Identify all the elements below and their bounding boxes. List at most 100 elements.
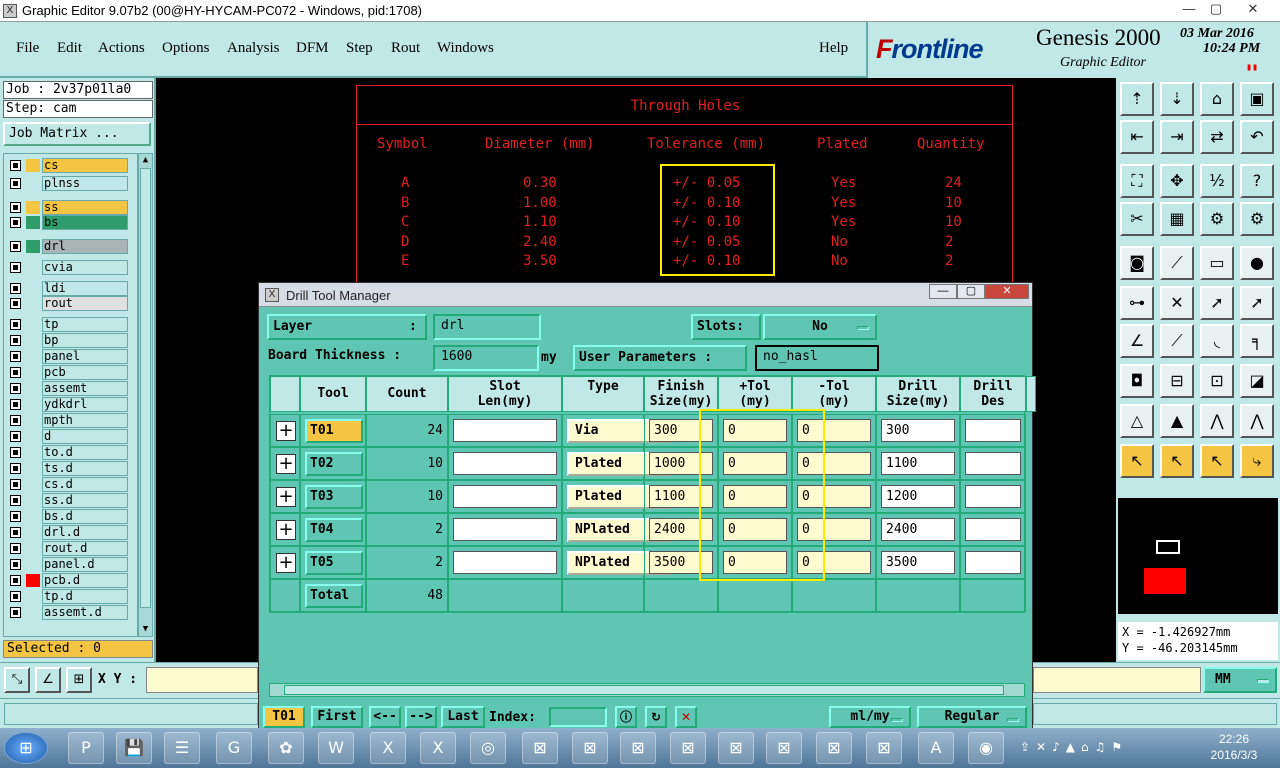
layer-checkbox[interactable] [10,178,21,189]
move-icon[interactable]: ➚ [1200,286,1234,320]
taskbar-word-icon[interactable]: W [318,732,354,764]
taskbar-save-icon[interactable]: 💾 [116,732,152,764]
pad-icon[interactable]: ◙ [1120,246,1154,280]
minus-tolerance-input[interactable]: 0 [797,485,871,508]
layer-checkbox[interactable] [10,511,21,522]
grid-icon[interactable]: ⊞ [66,667,92,693]
taskbar-shell-icon[interactable]: ✿ [268,732,304,764]
menu-windows[interactable]: Windows [437,40,494,57]
layer-list-scrollbar[interactable]: ▲ ▼ [138,153,153,637]
layer-row[interactable]: rout [8,296,128,311]
cross-icon[interactable]: ✕ [1160,286,1194,320]
layer-row[interactable]: ss.d [8,493,128,508]
select-2-icon[interactable]: ↖ [1160,444,1194,478]
slot-length-input[interactable] [453,551,557,574]
layer-checkbox[interactable] [10,241,21,252]
dialog-close-button[interactable]: ✕ [985,284,1029,299]
next-button[interactable]: --> [405,706,437,728]
line-split-icon[interactable]: ⊟ [1160,364,1194,398]
user-parameters-button[interactable]: User Parameters : [573,345,747,371]
query-icon[interactable]: ? [1240,164,1274,198]
layer-up-icon[interactable]: ⇡ [1120,82,1154,116]
plus-tolerance-input[interactable]: 0 [723,551,787,574]
menu-step[interactable]: Step [346,40,373,57]
menu-actions[interactable]: Actions [98,40,145,57]
ruler-icon[interactable]: ▭ [1200,246,1234,280]
home-icon[interactable]: ⌂ [1200,82,1234,116]
expand-row-icon[interactable]: + [276,553,296,573]
zoom-fit-icon[interactable]: ⛶ [1120,164,1154,198]
select-3-icon[interactable]: ↖ [1200,444,1234,478]
tool-button[interactable]: T04 [305,518,363,542]
drill-description-input[interactable] [965,452,1021,475]
drill-description-input[interactable] [965,551,1021,574]
close-button[interactable]: ✕ [1240,2,1266,18]
minimize-button[interactable]: — [1176,2,1202,18]
menu-analysis[interactable]: Analysis [227,40,280,57]
overview-preview[interactable] [1118,498,1278,614]
finish-size-input[interactable]: 1000 [649,452,713,475]
layer-checkbox[interactable] [10,447,21,458]
connect-icon[interactable]: ⊶ [1120,286,1154,320]
table-horizontal-scrollbar[interactable] [269,683,1025,697]
slots-select[interactable]: No [763,314,877,340]
layer-checkbox[interactable] [10,160,21,171]
drill-size-input[interactable]: 1100 [881,452,955,475]
layer-checkbox[interactable] [10,217,21,228]
finish-size-input[interactable]: 3500 [649,551,713,574]
first-button[interactable]: First [311,706,363,728]
line-icon[interactable]: ⟋ [1160,324,1194,358]
measure-icon[interactable]: ✂ [1120,202,1154,236]
dialog-maximize-button[interactable]: ▢ [957,284,985,299]
drill-size-input[interactable]: 1200 [881,485,955,508]
drill-pattern-2-icon[interactable]: ⚙ [1240,202,1274,236]
angle-icon[interactable]: ∠ [35,667,61,693]
resize-icon[interactable]: ⊡ [1200,364,1234,398]
layer-row[interactable]: pcb [8,365,128,380]
refresh-icon[interactable]: ↻ [645,706,667,728]
drill-description-input[interactable] [965,419,1021,442]
xy-input-right[interactable] [1033,667,1201,693]
layer-checkbox[interactable] [10,202,21,213]
zoom-center-icon[interactable]: ✥ [1160,164,1194,198]
layer-down-icon[interactable]: ⇣ [1160,82,1194,116]
undo-arrow-icon[interactable]: ↶ [1240,120,1274,154]
layer-row[interactable]: to.d [8,445,128,460]
swap-icon[interactable]: ⇄ [1200,120,1234,154]
layer-checkbox[interactable] [10,559,21,570]
drill-description-input[interactable] [965,485,1021,508]
menu-help[interactable]: Help [819,40,848,57]
layer-checkbox[interactable] [10,367,21,378]
layer-row[interactable]: assemt [8,381,128,396]
regular-mode-select[interactable]: Regular [917,706,1027,728]
layer-row[interactable]: bs.d [8,509,128,524]
slot-length-input[interactable] [453,419,557,442]
taskbar-window4-icon[interactable]: ⊠ [670,732,706,764]
minus-tolerance-input[interactable]: 0 [797,551,871,574]
menu-rout[interactable]: Rout [391,40,420,57]
window-icon[interactable]: ▣ [1240,82,1274,116]
expand-row-icon[interactable]: + [276,421,296,441]
triangle-icon[interactable]: △ [1120,404,1154,438]
menu-file[interactable]: File [16,40,39,57]
layer-checkbox[interactable] [10,335,21,346]
layer-checkbox[interactable] [10,319,21,330]
taskbar-doc-icon[interactable]: A [918,732,954,764]
layer-row[interactable]: plnss [8,176,128,191]
pad-add-icon[interactable]: ◘ [1120,364,1154,398]
minus-tolerance-input[interactable]: 0 [797,518,871,541]
layer-checkbox[interactable] [10,399,21,410]
user-parameters-input[interactable]: no_hasl [755,345,879,371]
finish-size-input[interactable]: 300 [649,419,713,442]
taskbar-window2-icon[interactable]: ⊠ [572,732,608,764]
taskbar-notes-icon[interactable]: ☰ [164,732,200,764]
system-tray-icons[interactable]: ⇪✕♪▲⌂♫⚑ [1020,740,1128,754]
expand-row-icon[interactable]: + [276,454,296,474]
board-thickness-input[interactable]: 1600 [433,345,539,371]
layer-checkbox[interactable] [10,543,21,554]
circle-icon[interactable]: ● [1240,246,1274,280]
layer-row[interactable]: drl [8,239,128,254]
job-matrix-button[interactable]: Job Matrix ... [3,122,151,146]
tool-button[interactable]: T05 [305,551,363,575]
expand-row-icon[interactable]: + [276,487,296,507]
